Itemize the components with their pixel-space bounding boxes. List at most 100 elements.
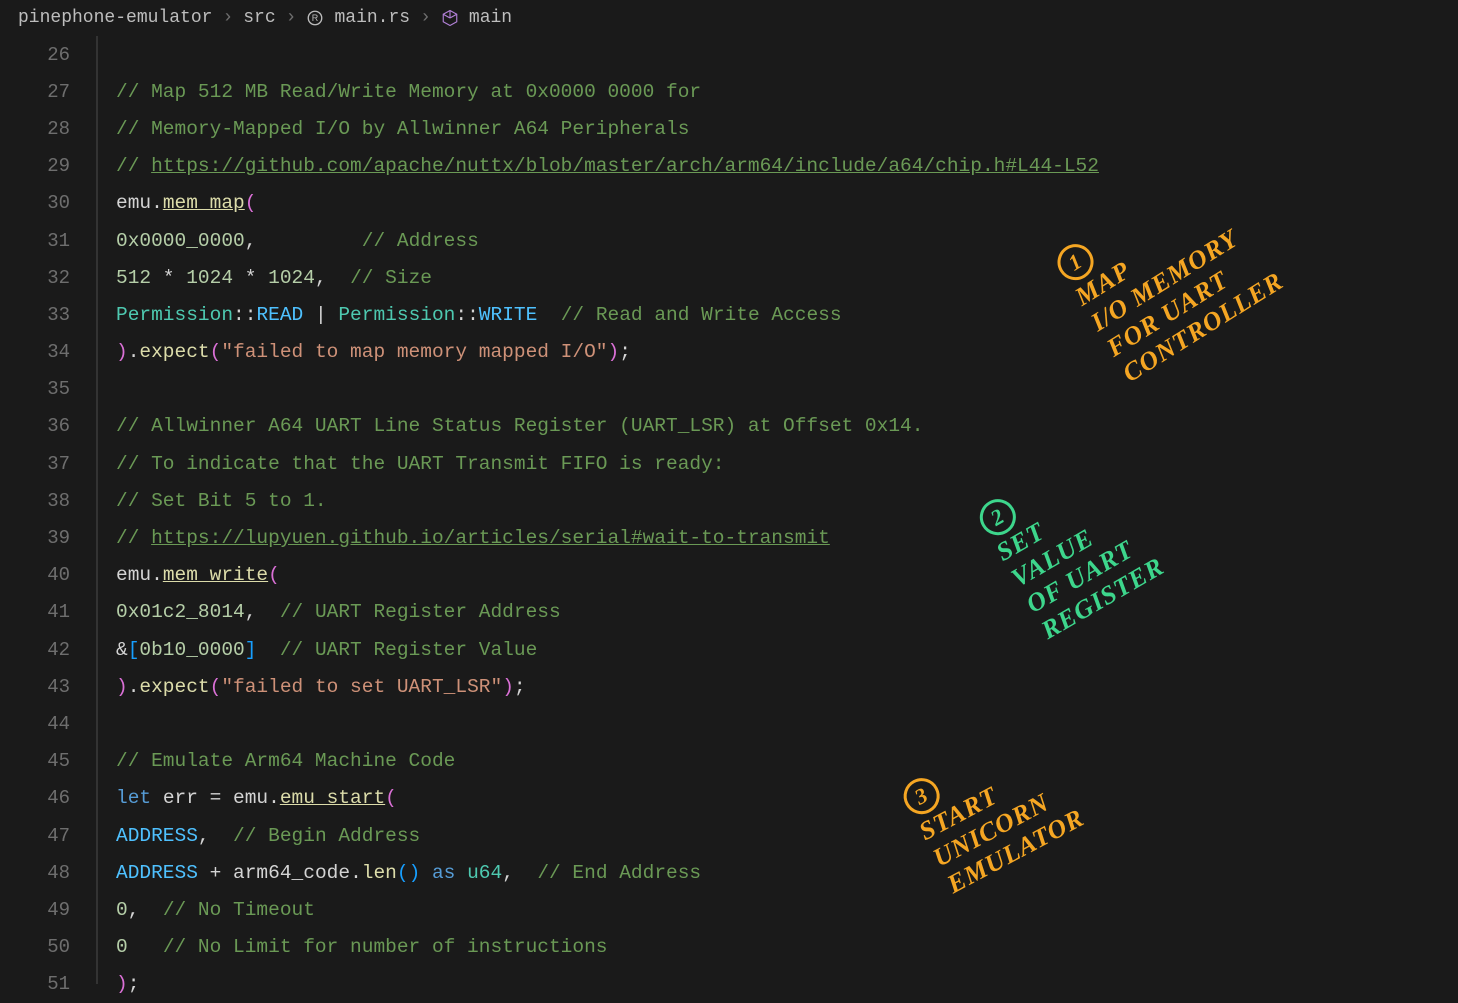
breadcrumb-symbol[interactable]: main bbox=[469, 8, 512, 28]
line-number: 35 bbox=[0, 371, 70, 408]
code-line[interactable]: &[0b10_0000] // UART Register Value bbox=[116, 631, 1458, 668]
code-line[interactable] bbox=[116, 371, 1458, 408]
code-line[interactable] bbox=[116, 36, 1458, 73]
code-line[interactable]: ).expect("failed to set UART_LSR"); bbox=[116, 668, 1458, 705]
constant: ADDRESS bbox=[116, 825, 198, 847]
string-literal: "failed to set UART_LSR" bbox=[221, 676, 502, 698]
code-line[interactable]: // Set Bit 5 to 1. bbox=[116, 482, 1458, 519]
method-call: expect bbox=[139, 676, 209, 698]
code-line[interactable]: // https://github.com/apache/nuttx/blob/… bbox=[116, 148, 1458, 185]
code-line[interactable] bbox=[116, 705, 1458, 742]
type: u64 bbox=[467, 862, 502, 884]
method-call: len bbox=[362, 862, 397, 884]
svg-text:R: R bbox=[312, 13, 319, 23]
identifier: emu bbox=[233, 787, 268, 809]
code-line[interactable]: let err = emu.emu_start( bbox=[116, 780, 1458, 817]
code-line[interactable]: emu.mem_map( bbox=[116, 185, 1458, 222]
chevron-right-icon: › bbox=[286, 8, 297, 28]
identifier: arm64_code bbox=[233, 862, 350, 884]
comment: // To indicate that the UART Transmit FI… bbox=[116, 453, 725, 475]
chevron-right-icon: › bbox=[222, 8, 233, 28]
line-number: 31 bbox=[0, 222, 70, 259]
line-number: 34 bbox=[0, 334, 70, 371]
line-number: 49 bbox=[0, 891, 70, 928]
comment-link[interactable]: https://lupyuen.github.io/articles/seria… bbox=[151, 527, 830, 549]
comment: // Map 512 MB Read/Write Memory at 0x000… bbox=[116, 81, 701, 103]
breadcrumb-folder[interactable]: src bbox=[243, 8, 275, 28]
code-line[interactable]: 0x0000_0000, // Address bbox=[116, 222, 1458, 259]
method-call: expect bbox=[139, 341, 209, 363]
breadcrumb[interactable]: pinephone-emulator › src › R main.rs › m… bbox=[0, 0, 1458, 36]
type: Permission bbox=[338, 304, 455, 326]
line-number: 27 bbox=[0, 73, 70, 110]
code-line[interactable]: ).expect("failed to map memory mapped I/… bbox=[116, 334, 1458, 371]
line-number: 29 bbox=[0, 148, 70, 185]
code-line[interactable]: ADDRESS + arm64_code.len() as u64, // En… bbox=[116, 854, 1458, 891]
code-line[interactable]: // Memory-Mapped I/O by Allwinner A64 Pe… bbox=[116, 110, 1458, 147]
comment: // Set Bit 5 to 1. bbox=[116, 490, 327, 512]
code-editor[interactable]: 26 27 28 29 30 31 32 33 34 35 36 37 38 3… bbox=[0, 36, 1458, 984]
code-line[interactable]: emu.mem_write( bbox=[116, 557, 1458, 594]
line-number: 50 bbox=[0, 929, 70, 966]
comment: // No Limit for number of instructions bbox=[163, 936, 608, 958]
keyword: as bbox=[432, 862, 455, 884]
code-content[interactable]: // Map 512 MB Read/Write Memory at 0x000… bbox=[98, 36, 1458, 984]
line-number: 42 bbox=[0, 631, 70, 668]
code-line[interactable]: ); bbox=[116, 966, 1458, 1003]
code-line[interactable]: 0x01c2_8014, // UART Register Address bbox=[116, 594, 1458, 631]
number-literal: 0 bbox=[116, 899, 128, 921]
comment: // Memory-Mapped I/O by Allwinner A64 Pe… bbox=[116, 118, 689, 140]
method-call: mem_map bbox=[163, 192, 245, 214]
code-line[interactable]: // Map 512 MB Read/Write Memory at 0x000… bbox=[116, 73, 1458, 110]
symbol-function-icon bbox=[441, 9, 459, 27]
line-number: 39 bbox=[0, 519, 70, 556]
number-literal: 0b10_0000 bbox=[139, 639, 244, 661]
comment: // UART Register Value bbox=[280, 639, 537, 661]
identifier: err bbox=[163, 787, 198, 809]
line-number: 36 bbox=[0, 408, 70, 445]
comment: // bbox=[116, 155, 151, 177]
code-line[interactable]: 0 // No Limit for number of instructions bbox=[116, 929, 1458, 966]
code-line[interactable]: // Emulate Arm64 Machine Code bbox=[116, 743, 1458, 780]
line-number: 43 bbox=[0, 668, 70, 705]
keyword: let bbox=[116, 787, 151, 809]
line-number: 41 bbox=[0, 594, 70, 631]
code-line[interactable]: // https://lupyuen.github.io/articles/se… bbox=[116, 519, 1458, 556]
line-number: 32 bbox=[0, 259, 70, 296]
comment: // bbox=[116, 527, 151, 549]
line-number: 28 bbox=[0, 110, 70, 147]
line-number: 30 bbox=[0, 185, 70, 222]
line-number-gutter: 26 27 28 29 30 31 32 33 34 35 36 37 38 3… bbox=[0, 36, 98, 984]
code-line[interactable]: 512 * 1024 * 1024, // Size bbox=[116, 259, 1458, 296]
code-line[interactable]: 0, // No Timeout bbox=[116, 891, 1458, 928]
code-line[interactable]: // Allwinner A64 UART Line Status Regist… bbox=[116, 408, 1458, 445]
comment-link[interactable]: https://github.com/apache/nuttx/blob/mas… bbox=[151, 155, 1099, 177]
constant: WRITE bbox=[479, 304, 538, 326]
method-call: emu_start bbox=[280, 787, 385, 809]
comment: // Read and Write Access bbox=[561, 304, 842, 326]
type: Permission bbox=[116, 304, 233, 326]
string-literal: "failed to map memory mapped I/O" bbox=[221, 341, 607, 363]
breadcrumb-file[interactable]: main.rs bbox=[334, 8, 410, 28]
code-line[interactable]: ADDRESS, // Begin Address bbox=[116, 817, 1458, 854]
line-number: 48 bbox=[0, 854, 70, 891]
code-line[interactable]: // To indicate that the UART Transmit FI… bbox=[116, 445, 1458, 482]
code-line[interactable]: Permission::READ | Permission::WRITE // … bbox=[116, 296, 1458, 333]
comment: // No Timeout bbox=[163, 899, 315, 921]
constant: ADDRESS bbox=[116, 862, 198, 884]
line-number: 46 bbox=[0, 780, 70, 817]
number-literal: 1024 bbox=[268, 267, 315, 289]
comment: // UART Register Address bbox=[280, 601, 561, 623]
comment: // Emulate Arm64 Machine Code bbox=[116, 750, 455, 772]
number-literal: 1024 bbox=[186, 267, 233, 289]
line-number: 51 bbox=[0, 966, 70, 1003]
line-number: 44 bbox=[0, 705, 70, 742]
comment: // End Address bbox=[537, 862, 701, 884]
number-literal: 512 bbox=[116, 267, 151, 289]
line-number: 45 bbox=[0, 743, 70, 780]
breadcrumb-folder[interactable]: pinephone-emulator bbox=[18, 8, 212, 28]
identifier: emu bbox=[116, 564, 151, 586]
line-number: 47 bbox=[0, 817, 70, 854]
comment: // Allwinner A64 UART Line Status Regist… bbox=[116, 415, 923, 437]
line-number: 38 bbox=[0, 482, 70, 519]
